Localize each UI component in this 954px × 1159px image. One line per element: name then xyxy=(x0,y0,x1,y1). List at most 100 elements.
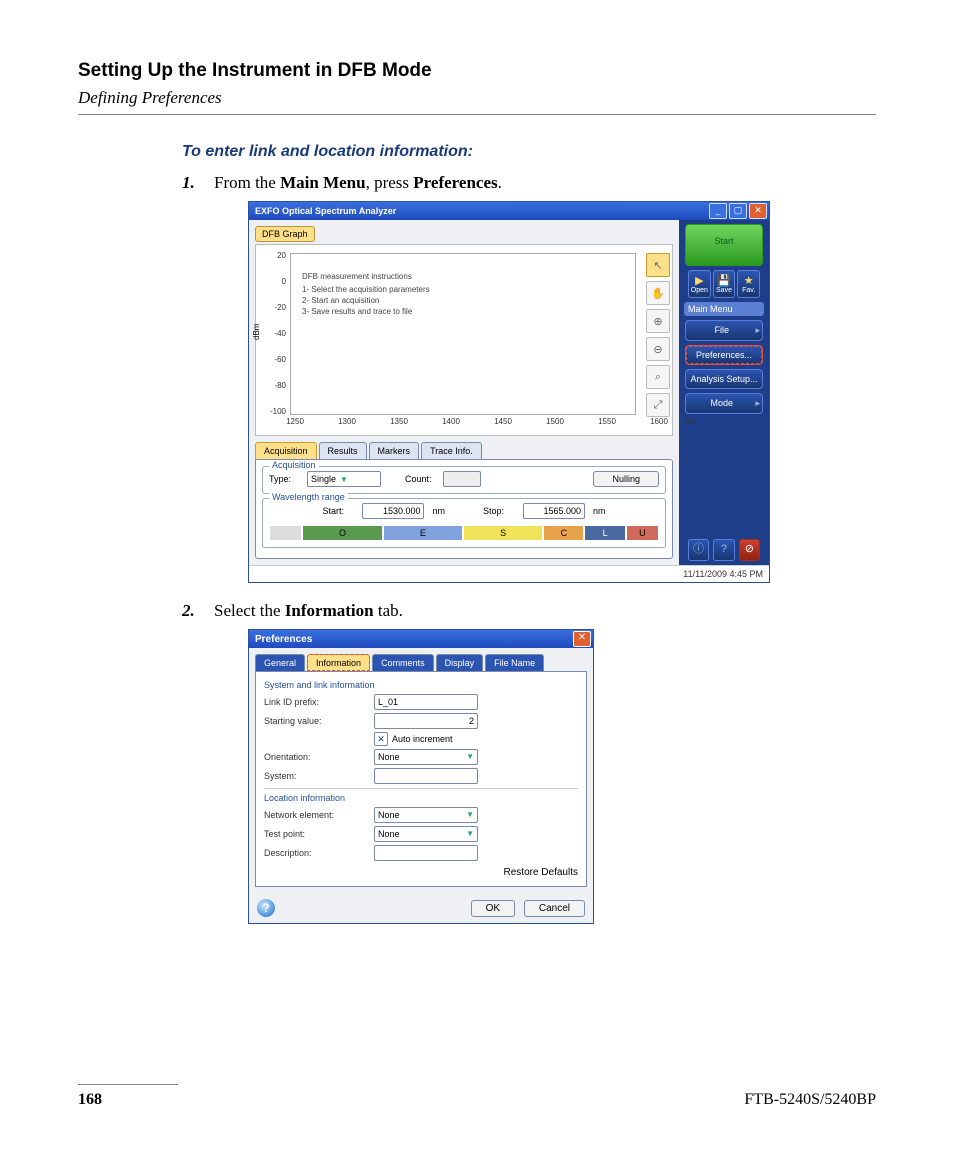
y-tick: -20 xyxy=(264,303,286,312)
chevron-right-icon: ▸ xyxy=(755,325,760,336)
count-input[interactable] xyxy=(443,471,481,487)
test-point-select[interactable]: None▼ xyxy=(374,826,478,842)
open-icon: ▶ xyxy=(695,274,703,287)
minimize-button[interactable]: _ xyxy=(709,203,727,219)
close-button[interactable]: ✕ xyxy=(749,203,767,219)
save-icon: 💾 xyxy=(717,274,731,287)
plot-area: dBm 20 0 -20 -40 -60 -80 -100 xyxy=(255,244,673,436)
band-l[interactable]: L xyxy=(584,525,625,541)
chevron-down-icon: ▼ xyxy=(466,808,474,822)
tab-trace-info[interactable]: Trace Info. xyxy=(421,442,482,459)
type-label: Type: xyxy=(269,474,301,484)
help-button[interactable]: ? xyxy=(713,539,734,561)
zoom-in-icon[interactable]: ⊕ xyxy=(646,309,670,333)
tab-markers[interactable]: Markers xyxy=(369,442,420,459)
fav-button[interactable]: ★Fav. xyxy=(737,270,760,298)
power-button[interactable]: ⊘ xyxy=(739,539,760,561)
start-label: Start: xyxy=(322,506,354,516)
y-tick: -80 xyxy=(264,381,286,390)
count-label: Count: xyxy=(405,474,437,484)
stop-input[interactable]: 1565.000 xyxy=(523,503,585,519)
x-axis-unit: nm xyxy=(676,417,706,426)
test-point-label: Test point: xyxy=(264,829,374,839)
tab-display[interactable]: Display xyxy=(436,654,484,671)
type-select[interactable]: Single▼ xyxy=(307,471,381,487)
wavelength-bands: O E S C L U xyxy=(269,525,659,541)
x-tick: 1250 xyxy=(280,417,310,426)
status-time: 11/11/2009 4:45 PM xyxy=(683,569,763,579)
start-button[interactable]: Start xyxy=(685,224,763,266)
link-id-prefix-input[interactable]: L_01 xyxy=(374,694,478,710)
ok-button[interactable]: OK xyxy=(471,900,515,917)
chevron-down-icon: ▼ xyxy=(466,827,474,841)
save-button[interactable]: 💾Save xyxy=(713,270,736,298)
maximize-button[interactable]: ▢ xyxy=(729,203,747,219)
band-e[interactable]: E xyxy=(383,525,463,541)
chevron-down-icon: ▼ xyxy=(340,475,348,484)
system-input[interactable] xyxy=(374,768,478,784)
restore-defaults-button[interactable]: Restore Defaults xyxy=(504,867,578,878)
zoom-box-icon[interactable]: ⌕ xyxy=(646,365,670,389)
dialog-titlebar[interactable]: Preferences ✕ xyxy=(249,630,593,648)
main-menu-header: Main Menu xyxy=(684,302,764,316)
pointer-tool-icon[interactable]: ↖ xyxy=(646,253,670,277)
tab-information[interactable]: Information xyxy=(307,654,370,671)
zoom-full-icon[interactable]: ⤢ xyxy=(646,393,670,417)
titlebar[interactable]: EXFO Optical Spectrum Analyzer _ ▢ ✕ xyxy=(249,202,769,220)
file-menu-button[interactable]: File▸ xyxy=(685,320,763,341)
band-s[interactable]: S xyxy=(463,525,543,541)
mode-menu-button[interactable]: Mode▸ xyxy=(685,393,763,414)
dialog-title: Preferences xyxy=(251,634,573,645)
orientation-select[interactable]: None▼ xyxy=(374,749,478,765)
y-tick: 0 xyxy=(264,277,286,286)
nm-unit: nm xyxy=(593,506,606,516)
tab-general[interactable]: General xyxy=(255,654,305,671)
chevron-down-icon: ▼ xyxy=(466,750,474,764)
analysis-setup-button[interactable]: Analysis Setup... xyxy=(685,369,763,389)
start-input[interactable]: 1530.000 xyxy=(362,503,424,519)
tab-dfb-graph[interactable]: DFB Graph xyxy=(255,226,315,242)
zoom-out-icon[interactable]: ⊖ xyxy=(646,337,670,361)
x-tick: 1350 xyxy=(384,417,414,426)
pan-tool-icon[interactable]: ✋ xyxy=(646,281,670,305)
band-c[interactable]: C xyxy=(543,525,584,541)
link-id-prefix-label: Link ID prefix: xyxy=(264,697,374,707)
nulling-button[interactable]: Nulling xyxy=(593,471,659,487)
footer-rule xyxy=(78,1084,178,1085)
divider xyxy=(78,114,876,115)
description-label: Description: xyxy=(264,848,374,858)
y-tick: 20 xyxy=(264,251,286,260)
preferences-dialog: Preferences ✕ General Information Commen… xyxy=(248,629,594,924)
info-button[interactable]: ⓘ xyxy=(688,539,709,561)
starting-value-input[interactable]: 2 xyxy=(374,713,478,729)
x-tick: 1450 xyxy=(488,417,518,426)
chapter-title: Setting Up the Instrument in DFB Mode xyxy=(78,60,876,82)
plot-toolbar: ↖ ✋ ⊕ ⊖ ⌕ ⤢ xyxy=(646,253,668,421)
tab-file-name[interactable]: File Name xyxy=(485,654,544,671)
y-tick: -40 xyxy=(264,329,286,338)
separator xyxy=(264,788,578,789)
stop-label: Stop: xyxy=(483,506,515,516)
help-icon[interactable]: ? xyxy=(257,899,275,917)
nm-unit: nm xyxy=(432,506,445,516)
acquisition-panel: Acquisition Type: Single▼ Count: xyxy=(255,459,673,559)
preferences-menu-button[interactable]: Preferences... xyxy=(685,345,763,365)
tab-comments[interactable]: Comments xyxy=(372,654,434,671)
tab-results[interactable]: Results xyxy=(319,442,367,459)
auto-increment-checkbox[interactable]: ✕ xyxy=(374,732,388,746)
network-element-label: Network element: xyxy=(264,810,374,820)
y-axis-label: dBm xyxy=(252,324,261,340)
band-o[interactable]: O xyxy=(302,525,382,541)
network-element-select[interactable]: None▼ xyxy=(374,807,478,823)
step-number: 1. xyxy=(182,173,195,193)
star-icon: ★ xyxy=(744,274,754,287)
x-tick: 1400 xyxy=(436,417,466,426)
x-tick: 1550 xyxy=(592,417,622,426)
description-input[interactable] xyxy=(374,845,478,861)
close-icon[interactable]: ✕ xyxy=(573,631,591,647)
tab-acquisition[interactable]: Acquisition xyxy=(255,442,317,459)
cancel-button[interactable]: Cancel xyxy=(524,900,585,917)
y-tick: -100 xyxy=(264,407,286,416)
band-u[interactable]: U xyxy=(626,525,659,541)
open-button[interactable]: ▶Open xyxy=(688,270,711,298)
